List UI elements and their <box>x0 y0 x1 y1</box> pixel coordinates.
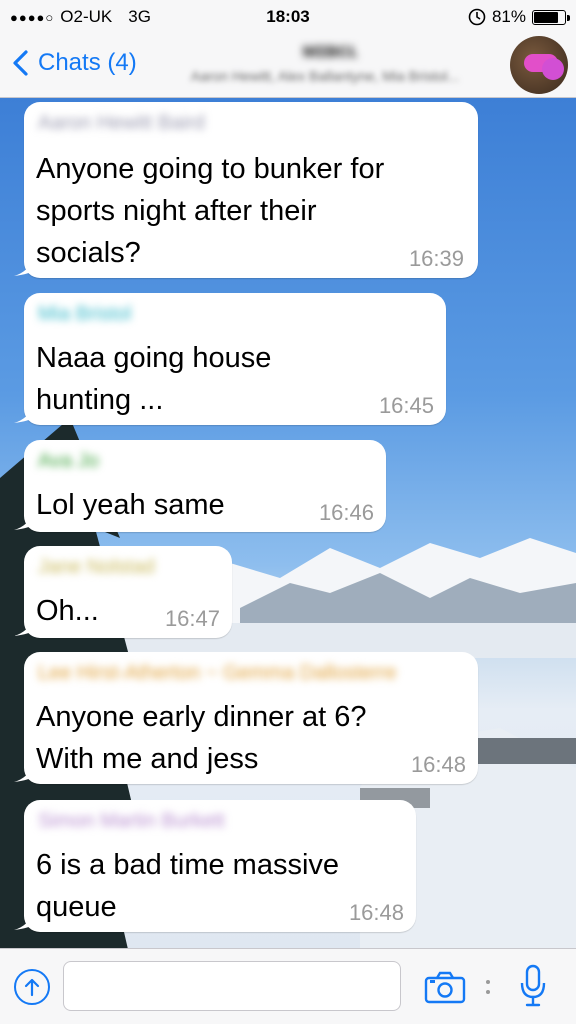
message-input[interactable] <box>63 961 401 1011</box>
battery-percent: 81% <box>491 7 526 26</box>
voice-record-button[interactable] <box>518 963 548 1009</box>
bubble-tail <box>14 912 34 930</box>
back-button-label: Chats (4) <box>38 49 137 76</box>
message-bubble[interactable]: Jane Nolstad Oh... 16:47 <box>14 546 232 638</box>
message-time: 16:46 <box>318 500 374 525</box>
upload-icon <box>24 978 40 997</box>
battery-fill <box>534 11 559 23</box>
bubble-tail <box>14 258 34 276</box>
message-bubble[interactable]: Mia Bristol Naaa going house hunting ...… <box>14 293 446 425</box>
message-sender: Lee Hirst-Atherton ~ Gemma Dallosterre <box>38 662 397 684</box>
message-time: 16:45 <box>378 393 434 418</box>
status-right: 81% <box>468 7 570 27</box>
navigation-bar: Chats (4) ᴍɪʙᴄʟ Aaron Hewitt, Alex Balla… <box>0 34 576 98</box>
message-text: 6 is a bad time massive queue <box>36 849 340 923</box>
chat-screen: ●●●●○ O2-UK 3G 18:03 81% Chats (4) ᴍɪʙᴄʟ… <box>0 0 576 1024</box>
share-upload-button[interactable] <box>14 969 50 1005</box>
back-to-chats-button[interactable]: Chats (4) <box>10 48 137 78</box>
message-time: 16:48 <box>410 752 466 777</box>
group-chat-title[interactable]: ᴍɪʙᴄʟ <box>180 40 480 63</box>
message-bubble[interactable]: Ava Jo Lol yeah same 16:46 <box>14 440 386 532</box>
message-sender: Aaron Hewitt Baird <box>38 112 205 134</box>
microphone-icon <box>520 964 546 1007</box>
camera-icon <box>424 971 466 1004</box>
bubble-tail <box>14 764 34 782</box>
message-time: 16:39 <box>408 246 464 271</box>
bubble-tail <box>14 618 34 636</box>
group-participants[interactable]: Aaron Hewitt, Alex Ballantyne, Mia Brist… <box>160 68 490 84</box>
message-text: Lol yeah same <box>36 489 225 521</box>
message-time: 16:48 <box>348 900 404 925</box>
bubble-tail <box>14 512 34 530</box>
camera-button[interactable] <box>424 969 466 1005</box>
message-sender: Simon Martin Burkett <box>38 810 225 832</box>
avatar-image-part <box>542 58 564 80</box>
message-bubble[interactable]: Lee Hirst-Atherton ~ Gemma Dallosterre A… <box>14 652 478 784</box>
message-bubble[interactable]: Aaron Hewitt Baird Anyone going to bunke… <box>14 102 478 278</box>
separator-dots <box>486 980 490 994</box>
message-sender: Jane Nolstad <box>38 556 155 578</box>
message-text: Anyone going to bunker for sports night … <box>36 153 385 269</box>
bubble-tail <box>14 405 34 423</box>
alarm-lock-icon <box>468 8 486 26</box>
message-text: Naaa going house hunting ... <box>36 342 272 416</box>
message-sender: Ava Jo <box>38 450 99 472</box>
message-sender: Mia Bristol <box>38 303 132 325</box>
back-chevron-icon <box>13 50 28 76</box>
message-time: 16:47 <box>164 606 220 631</box>
battery-icon <box>532 9 570 25</box>
message-text: Oh... <box>36 595 99 627</box>
message-text: Anyone early dinner at 6? With me and je… <box>36 701 367 775</box>
group-avatar[interactable] <box>510 36 568 94</box>
message-input-bar <box>0 948 576 1024</box>
battery-nub <box>567 14 570 21</box>
message-bubble[interactable]: Simon Martin Burkett 6 is a bad time mas… <box>14 800 416 932</box>
status-bar: ●●●●○ O2-UK 3G 18:03 81% <box>0 0 576 34</box>
